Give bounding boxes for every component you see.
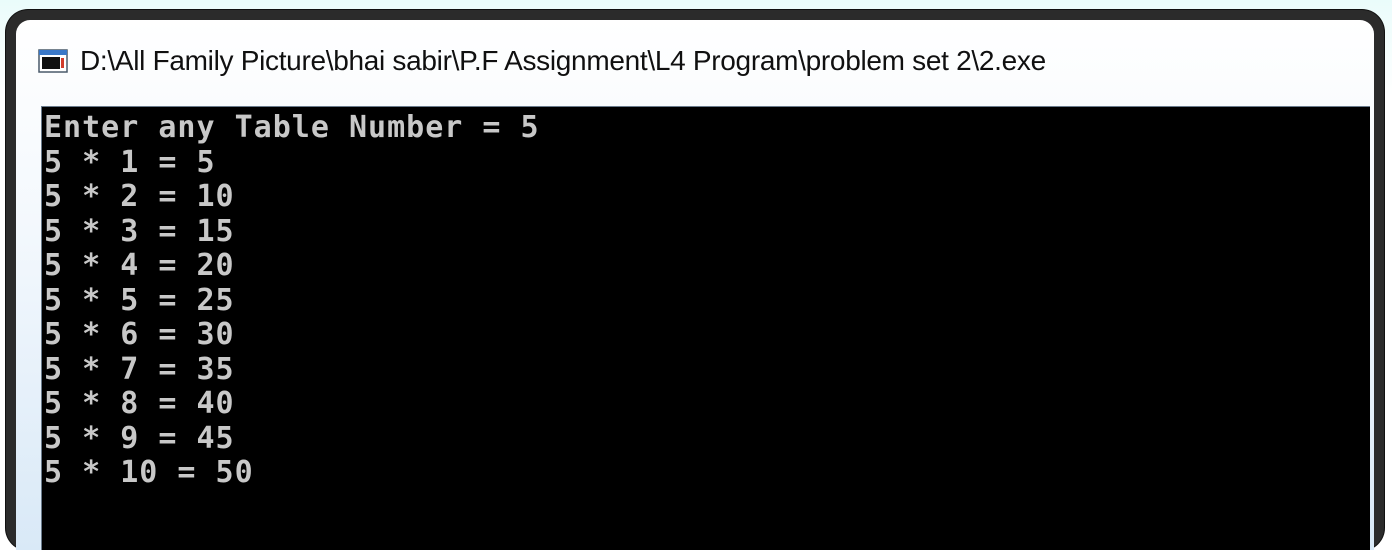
console-output-line: 5 * 8 = 40 bbox=[44, 386, 235, 421]
console-output-area[interactable]: Enter any Table Number = 5 5 * 1 = 5 5 *… bbox=[41, 106, 1370, 550]
console-output-line: 5 * 4 = 20 bbox=[44, 248, 235, 283]
console-output-line: 5 * 2 = 10 bbox=[44, 179, 235, 214]
console-output-line: 5 * 1 = 5 bbox=[44, 144, 216, 180]
console-output-line: 5 * 7 = 35 bbox=[44, 351, 235, 387]
console-output-line: 5 * 3 = 15 bbox=[44, 213, 235, 249]
console-prompt-line: Enter any Table Number = 5 bbox=[44, 110, 540, 145]
console-app-icon[interactable] bbox=[38, 49, 68, 73]
console-output-line: 5 * 9 = 45 bbox=[44, 420, 235, 456]
console-window: D:\All Family Picture\bhai sabir\P.F Ass… bbox=[6, 10, 1384, 550]
console-output-line: 5 * 6 = 30 bbox=[44, 317, 235, 352]
window-title: D:\All Family Picture\bhai sabir\P.F Ass… bbox=[80, 45, 1046, 76]
console-lines: Enter any Table Number = 5 5 * 1 = 5 5 *… bbox=[44, 110, 540, 491]
window-frame: D:\All Family Picture\bhai sabir\P.F Ass… bbox=[16, 20, 1374, 550]
title-bar[interactable]: D:\All Family Picture\bhai sabir\P.F Ass… bbox=[16, 20, 1374, 102]
console-output-line: 5 * 10 = 50 bbox=[44, 455, 254, 490]
console-output-line: 5 * 5 = 25 bbox=[44, 282, 235, 318]
